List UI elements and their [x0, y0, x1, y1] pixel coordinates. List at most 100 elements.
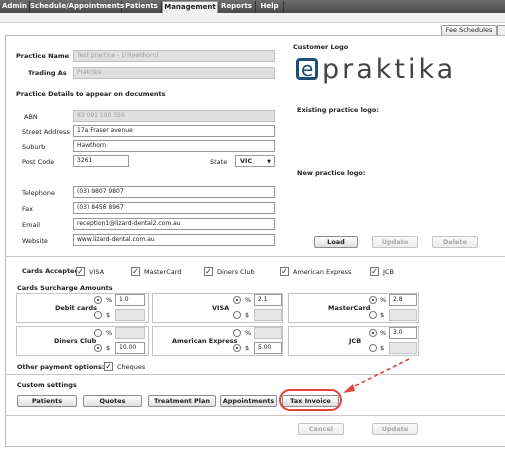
debit-dollar-field[interactable] — [115, 309, 145, 321]
diners-dollar-sign: $ — [106, 344, 111, 352]
divider — [5, 256, 505, 257]
visa-percent-radio[interactable] — [233, 296, 241, 304]
logo-update-button[interactable]: Update — [372, 236, 418, 248]
american-express-checkbox[interactable]: ✓ — [280, 267, 289, 276]
jcb-dollar-field[interactable] — [389, 342, 417, 354]
mastercard-percent-radio[interactable] — [369, 296, 377, 304]
diners-percent-field[interactable] — [115, 327, 145, 339]
diners-club-card-label: Diners Club — [217, 268, 255, 276]
visa-dollar-field[interactable] — [254, 309, 282, 321]
trading-as-field[interactable]: Praktika — [73, 67, 275, 79]
custom-settings-heading: Custom settings — [17, 381, 77, 389]
fax-label: Fax — [22, 205, 33, 213]
amex-dollar-sign: $ — [245, 344, 250, 352]
amex-percent-sign: % — [245, 329, 252, 337]
email-label: Email — [22, 221, 41, 229]
abn-label: ABN — [24, 113, 38, 121]
debit-percent-field[interactable]: 1.0 — [115, 294, 145, 306]
other-payment-label: Other payment options: — [17, 363, 105, 371]
visa-percent-field[interactable]: 2.1 — [254, 294, 282, 306]
tax-invoice-highlight — [279, 389, 342, 411]
telephone-field[interactable]: (03) 9807 9807 — [73, 186, 275, 198]
jcb-checkbox[interactable]: ✓ — [370, 267, 379, 276]
mastercard-card-label: MasterCard — [144, 268, 182, 276]
email-field[interactable]: reception1@lizard-dental2.com.au — [73, 218, 275, 230]
jcb-dollar-radio[interactable] — [369, 344, 377, 352]
trading-as-label: Trading As — [28, 69, 67, 77]
tab-admin[interactable]: Admin — [0, 1, 30, 13]
update-button[interactable]: Update — [372, 423, 418, 435]
street-address-label: Street Address — [22, 128, 70, 136]
diners-club-checkbox[interactable]: ✓ — [204, 267, 213, 276]
visa-surcharge-label: VISA — [212, 304, 230, 312]
debit-dollar-sign: $ — [106, 311, 111, 319]
amex-percent-field[interactable] — [254, 327, 282, 339]
website-field[interactable]: www.lizard-dental.com.au — [73, 234, 275, 246]
visa-percent-sign: % — [245, 296, 252, 304]
telephone-label: Telephone — [22, 189, 56, 197]
new-logo-label: New practice logo: — [297, 169, 366, 177]
jcb-card-label: JCB — [383, 268, 394, 276]
praktika-logo: e praktika — [296, 53, 456, 85]
mastercard-checkbox[interactable]: ✓ — [131, 267, 140, 276]
custom-patients-button[interactable]: Patients — [17, 395, 77, 407]
abn-field[interactable]: 83 091 190 359 — [73, 110, 275, 122]
debit-percent-radio[interactable] — [94, 296, 102, 304]
jcb-percent-radio[interactable] — [369, 329, 377, 337]
custom-quotes-button[interactable]: Quotes — [83, 395, 142, 407]
post-code-field[interactable]: 3261 — [73, 155, 129, 167]
diners-percent-radio[interactable] — [94, 329, 102, 337]
load-button[interactable]: Load — [314, 236, 358, 248]
tab-management[interactable]: Management — [162, 1, 218, 13]
amex-dollar-radio[interactable] — [233, 344, 241, 352]
suburb-field[interactable]: Hawthorn — [73, 140, 275, 152]
tab-reports[interactable]: Reports — [218, 1, 256, 13]
debit-dollar-radio[interactable] — [94, 311, 102, 319]
custom-appointments-button[interactable]: Appointments — [220, 395, 277, 407]
mastercard-percent-field[interactable]: 2.8 — [389, 294, 417, 306]
logo-brand-text: praktika — [322, 53, 457, 85]
annotation-arrow-icon — [343, 358, 410, 393]
diners-club-surcharge-label: Diners Club — [54, 337, 97, 345]
cards-accepted-label: Cards Accepted — [22, 267, 80, 275]
state-value: VIC — [240, 157, 253, 165]
tab-help[interactable]: Help — [256, 1, 284, 13]
mastercard-surcharge-label: MasterCard — [328, 304, 371, 312]
divider — [5, 415, 505, 416]
tab-schedule-appointments[interactable]: Schedule/Appointments — [30, 1, 124, 13]
american-express-card-label: American Express — [293, 268, 352, 276]
mastercard-dollar-radio[interactable] — [369, 311, 377, 319]
cheques-checkbox[interactable]: ✓ — [104, 362, 113, 371]
jcb-surcharge-label: JCB — [349, 337, 362, 345]
debit-cards-label: Debit cards — [55, 304, 98, 312]
state-label: State — [210, 158, 228, 166]
jcb-percent-field[interactable]: 3.0 — [389, 327, 417, 339]
mastercard-dollar-field[interactable] — [389, 309, 417, 321]
cheques-label: Cheques — [117, 363, 146, 371]
debit-percent-sign: % — [106, 296, 113, 304]
diners-dollar-field[interactable]: 10.00 — [115, 342, 145, 354]
diners-percent-sign: % — [106, 329, 113, 337]
mastercard-percent-sign: % — [380, 296, 387, 304]
fax-field[interactable]: (03) 8456 8967 — [73, 202, 275, 214]
post-code-label: Post Code — [22, 158, 55, 166]
practice-name-field[interactable]: Test practice - 1(Hawthorn) — [73, 50, 275, 62]
amex-percent-radio[interactable] — [233, 329, 241, 337]
divider — [5, 374, 505, 375]
sub-bar — [0, 13, 505, 23]
chevron-down-icon: ▼ — [267, 159, 271, 165]
visa-dollar-radio[interactable] — [233, 311, 241, 319]
website-label: Website — [22, 237, 48, 245]
custom-treatment-plan-button[interactable]: Treatment Plan — [148, 395, 216, 407]
cancel-button[interactable]: Cancel — [298, 423, 344, 435]
logo-delete-button[interactable]: Delete — [432, 236, 478, 248]
amex-dollar-field[interactable]: 5.00 — [254, 342, 282, 354]
tab-patients[interactable]: Patients — [122, 1, 162, 13]
state-select[interactable]: VIC ▼ — [235, 155, 275, 167]
american-express-surcharge-label: American Express — [172, 337, 238, 345]
visa-checkbox[interactable]: ✓ — [76, 267, 85, 276]
jcb-percent-sign: % — [380, 329, 387, 337]
street-address-field[interactable]: 17a Fraser avenue — [73, 125, 275, 137]
diners-dollar-radio[interactable] — [94, 344, 102, 352]
customer-logo-label: Customer Logo — [293, 43, 349, 51]
